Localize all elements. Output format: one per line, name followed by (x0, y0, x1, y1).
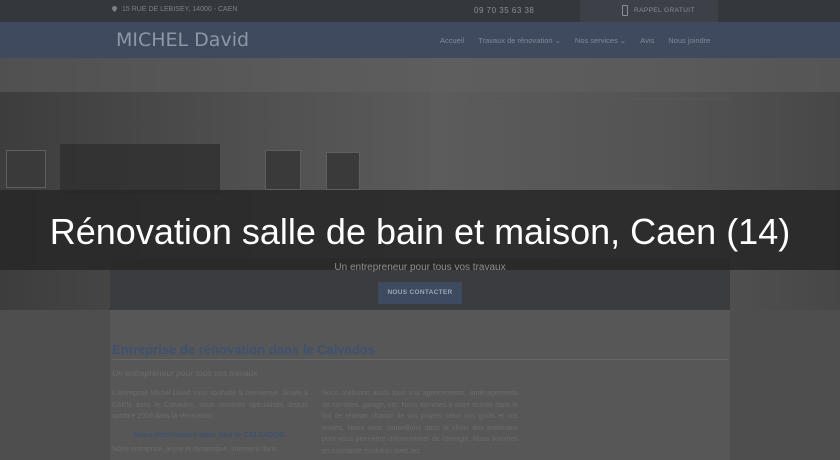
map-pin-icon (112, 6, 117, 12)
text-column-right: Nous réalisons aussi tous vos agencement… (322, 388, 518, 457)
top-info-bar: 15 RUE DE LEBISEY, 14000 - CAEN 09 70 35… (0, 0, 840, 22)
text-column-left: L'entreprise Michel David vous souhaite … (112, 388, 308, 456)
address-text: 15 RUE DE LEBISEY, 14000 - CAEN (122, 6, 238, 13)
page: 15 RUE DE LEBISEY, 14000 - CAEN 09 70 35… (0, 0, 840, 460)
hero-light-strip (470, 98, 730, 100)
main-navbar: MICHEL David Accueil Travaux de rénovati… (0, 22, 840, 58)
site-brand[interactable]: MICHEL David (116, 29, 249, 51)
callback-label: RAPPEL GRATUIT (634, 7, 695, 14)
hero-tagline: Un entrepreneur pour tous vos travaux (334, 262, 506, 273)
mobile-phone-icon (622, 5, 628, 16)
section-subtitle: Un entrepreneur pour tous vos travaux (112, 368, 258, 378)
paragraph: Nous réalisons aussi tous vos agencement… (322, 390, 518, 455)
paragraph: Notre entreprise, jeune et dynamique, in… (112, 446, 277, 453)
section-divider (112, 359, 728, 360)
nav-item-avis[interactable]: Avis (640, 36, 654, 45)
nav-item-travaux[interactable]: Travaux de rénovation ⌄ (478, 36, 561, 45)
nav-item-services[interactable]: Nos services ⌄ (575, 36, 626, 45)
contact-us-button[interactable]: NOUS CONTACTER (378, 282, 462, 304)
paragraph: L'entreprise Michel David vous souhaite … (112, 390, 308, 420)
hero-cabinet (60, 144, 220, 194)
hero-niche (6, 150, 46, 188)
hero-niche (326, 152, 360, 190)
callback-button[interactable]: RAPPEL GRATUIT (580, 0, 718, 22)
hero-niche (265, 150, 301, 190)
sub-heading: Nous intervenons dans tout le CALVADOS. (133, 429, 287, 439)
top-info-bar-inner: 15 RUE DE LEBISEY, 14000 - CAEN 09 70 35… (110, 0, 730, 22)
address: 15 RUE DE LEBISEY, 14000 - CAEN (112, 6, 237, 13)
nav-item-contact[interactable]: Nous joindre (668, 36, 710, 45)
content-inner: Entreprise de rénovation dans le Calvado… (110, 310, 730, 460)
content-area: Entreprise de rénovation dans le Calvado… (0, 310, 840, 460)
nav-menu: Accueil Travaux de rénovation ⌄ Nos serv… (440, 36, 710, 45)
hero-ceiling (0, 58, 840, 92)
hero-title-banner: Rénovation salle de bain et maison, Caen… (0, 190, 840, 270)
phone-number[interactable]: 09 70 35 63 38 (474, 6, 534, 15)
hero-title: Rénovation salle de bain et maison, Caen… (49, 211, 791, 252)
section-title: Entreprise de rénovation dans le Calvado… (112, 342, 375, 357)
nav-item-accueil[interactable]: Accueil (440, 36, 464, 45)
